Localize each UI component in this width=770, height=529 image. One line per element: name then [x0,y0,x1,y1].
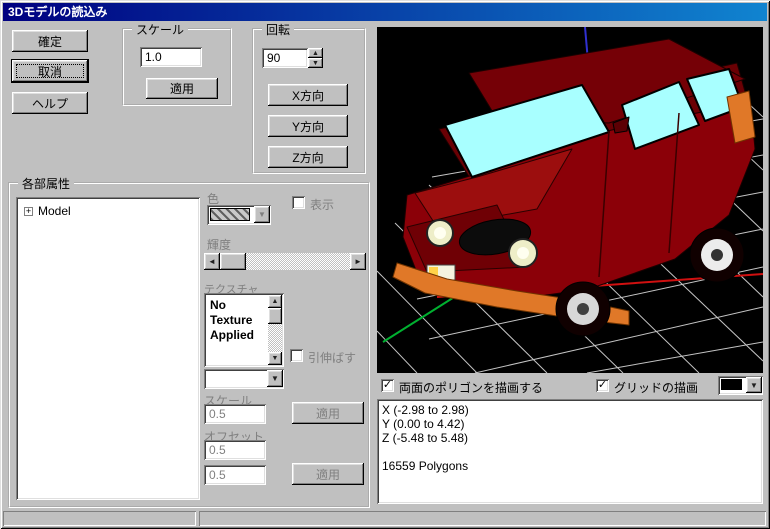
color-dropdown-button[interactable]: ▼ [254,206,270,223]
scroll-down-icon: ▼ [271,355,279,362]
attributes-group-title: 各部属性 [18,175,75,192]
car-rear-wheel [689,227,745,283]
show-checkbox[interactable] [292,196,305,209]
offset-apply-button[interactable]: 適用 [292,463,364,485]
both-faces-checkbox-label: 両面のポリゴンを描画する [399,381,544,395]
draw-grid-checkbox[interactable]: ✓ [596,379,609,392]
viewport-canvas [377,27,763,373]
chevron-down-icon: ▼ [271,374,279,383]
info-y-range: Y (0.00 to 4.42) [382,417,465,431]
car-front-wheel [555,281,611,337]
draw-grid-checkbox-label: グリッドの描画 [614,381,699,395]
scroll-up-icon: ▲ [271,298,279,305]
texture-scale-input[interactable] [204,404,266,424]
brightness-scrollbar[interactable]: ◄ ► [204,253,366,270]
brightness-label: 輝度 [207,238,232,252]
scroll-left-button[interactable]: ◄ [204,253,220,270]
scroll-down-button[interactable]: ▼ [268,352,282,365]
stretch-checkbox[interactable] [290,349,303,362]
texture-dropdown-button[interactable]: ▼ [267,370,283,387]
spinner-up-icon: ▲ [312,49,319,57]
texture-scrollbar[interactable]: ▲ ▼ [268,295,282,365]
texture-scrollbar-thumb[interactable] [268,308,282,324]
scroll-up-button[interactable]: ▲ [268,295,282,308]
confirm-button[interactable]: 確定 [12,30,88,52]
both-faces-checkbox[interactable]: ✓ [381,379,394,392]
checkmark-icon: ✓ [382,379,393,391]
info-z-range: Z (-5.48 to 5.48) [382,431,469,445]
model-tree[interactable]: + Model [16,197,200,500]
scroll-left-icon: ◄ [208,257,216,266]
offset-input-2[interactable] [204,465,266,485]
chevron-down-icon: ▼ [258,210,266,219]
texture-dropdown[interactable]: ▼ [204,369,284,389]
spinner-down-icon: ▼ [312,59,319,67]
chevron-down-icon: ▼ [750,380,758,390]
color-swatch [210,208,250,221]
scroll-right-button[interactable]: ► [350,253,366,270]
texture-box[interactable]: No Texture Applied ▲ ▼ [204,293,284,367]
rotate-angle-input[interactable] [262,48,308,68]
stretch-checkbox-label: 引伸ばす [308,351,357,365]
window-title: 3Dモデルの読込み [8,5,108,19]
tree-item-label: Model [38,204,71,218]
scale-apply-button[interactable]: 適用 [146,78,218,99]
show-checkbox-label: 表示 [310,198,335,212]
scale-input[interactable] [140,47,202,67]
viewport-3d[interactable] [377,27,763,373]
offset-input-1[interactable] [204,440,266,460]
rotate-x-button[interactable]: X方向 [268,84,348,106]
checkmark-icon: ✓ [597,379,608,391]
grid-color-swatch [721,379,742,390]
cancel-button[interactable]: 取消 [12,60,88,82]
statusbar-left [3,511,196,526]
info-x-range: X (-2.98 to 2.98) [382,403,469,417]
rotate-y-button[interactable]: Y方向 [268,115,348,137]
brightness-scrollbar-thumb[interactable] [220,253,246,270]
tree-expand-icon[interactable]: + [24,206,33,216]
grid-color-dropdown-button[interactable]: ▼ [746,377,762,393]
statusbar-right [199,511,766,526]
rotate-group-title: 回転 [262,21,295,38]
rotate-z-button[interactable]: Z方向 [268,146,348,168]
color-dropdown[interactable]: ▼ [207,205,271,225]
scroll-right-icon: ► [354,257,362,266]
tree-item-model[interactable]: + Model [24,204,71,218]
rotate-spin-down-button[interactable]: ▼ [308,58,323,68]
scale-group-title: スケール [132,21,189,38]
info-polygon-count: 16559 Polygons [382,459,469,473]
texture-scale-apply-button[interactable]: 適用 [292,402,364,424]
help-button[interactable]: ヘルプ [12,92,88,114]
model-info-panel: X (-2.98 to 2.98) Y (0.00 to 4.42) Z (-5… [377,399,763,504]
titlebar[interactable]: 3Dモデルの読込み [3,3,767,21]
rotate-spin-up-button[interactable]: ▲ [308,48,323,58]
grid-color-dropdown[interactable]: ▼ [718,376,763,395]
dialog-3d-model-load: { "window": { "title": "3Dモデルの読込み" }, "a… [0,0,770,529]
